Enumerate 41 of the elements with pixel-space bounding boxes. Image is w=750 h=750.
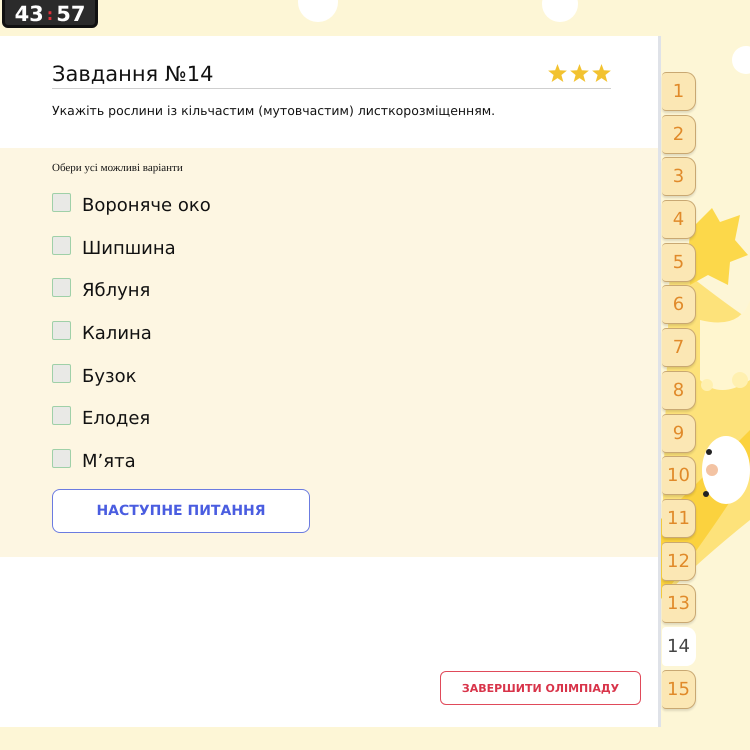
question-tab[interactable]: 12	[662, 542, 696, 581]
question-tab[interactable]: 2	[662, 114, 696, 154]
question-tab[interactable]: 11	[662, 498, 696, 538]
checkbox[interactable]	[52, 448, 71, 468]
star-icon	[592, 64, 611, 82]
finish-olympiad-button[interactable]: ЗАВЕРШИТИ ОЛІМПІАДУ	[440, 671, 641, 705]
checkbox[interactable]	[52, 364, 71, 383]
option-label: Яблуня	[82, 280, 150, 302]
cloud-drawing	[702, 436, 750, 504]
star-icon	[570, 64, 589, 82]
option-label: Бузок	[82, 366, 136, 387]
checkbox[interactable]	[52, 278, 71, 298]
checkbox[interactable]	[52, 406, 71, 426]
question-tab[interactable]: 10	[662, 456, 696, 496]
checkbox[interactable]	[52, 192, 71, 212]
question-tab[interactable]: 9	[662, 414, 696, 452]
question-tab[interactable]: 15	[662, 670, 696, 709]
question-tab[interactable]: 5	[662, 242, 696, 282]
question-tab[interactable]: 6	[662, 285, 696, 324]
option-label: Шипшина	[82, 238, 176, 259]
question-tab[interactable]: 1	[662, 72, 696, 111]
question-tab[interactable]: 13	[662, 584, 696, 624]
checkbox[interactable]	[52, 320, 71, 340]
task-title: Завдання №14	[52, 62, 214, 86]
timer-minutes: 43	[14, 2, 44, 26]
timer-separator: :	[46, 4, 54, 24]
option-label: Елодея	[82, 408, 150, 430]
question-text: Укажіть рослини із кільчастим (мутовчастим) листкорозміщенням.	[52, 103, 496, 118]
timer-seconds: 57	[56, 2, 86, 26]
checkbox[interactable]	[52, 236, 71, 255]
question-tab[interactable]: 14	[662, 626, 696, 666]
question-tab[interactable]: 7	[662, 328, 696, 368]
question-tab[interactable]: 3	[662, 157, 696, 196]
star-icon	[548, 64, 567, 82]
option-label: М’ята	[82, 450, 136, 472]
question-tab[interactable]: 8	[662, 370, 696, 410]
instruction-text: Обери усі можливі варіанти	[52, 162, 184, 174]
next-question-button[interactable]: НАСТУПНЕ ПИТАННЯ	[52, 488, 310, 533]
option-label: Калина	[82, 322, 152, 344]
question-tab[interactable]: 4	[662, 200, 696, 240]
option-label: Вороняче око	[82, 194, 211, 216]
